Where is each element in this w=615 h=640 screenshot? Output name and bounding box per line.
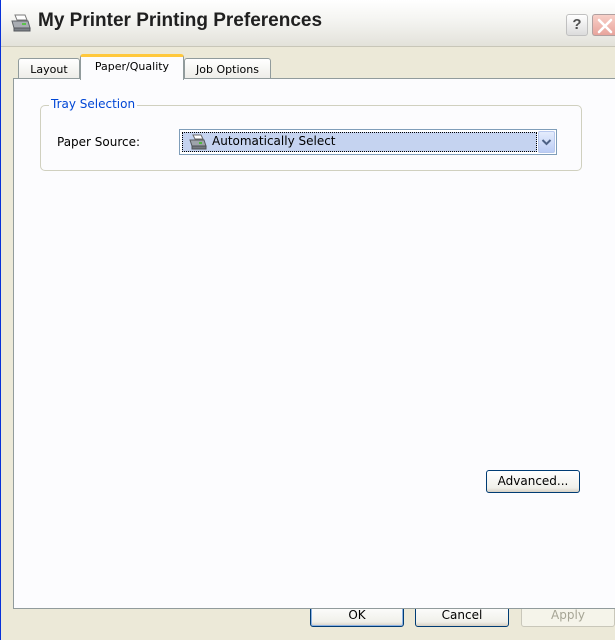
dropdown-arrow-button[interactable] bbox=[538, 131, 555, 153]
paper-source-label: Paper Source: bbox=[57, 135, 141, 149]
printer-icon bbox=[11, 14, 31, 32]
paper-source-selected[interactable]: Automatically Select bbox=[182, 132, 537, 152]
help-button[interactable]: ? bbox=[566, 14, 588, 36]
window-title: My Printer Printing Preferences bbox=[38, 10, 323, 31]
tab-job-options[interactable]: Job Options bbox=[184, 58, 271, 80]
title-bar[interactable]: My Printer Printing Preferences ? bbox=[1, 0, 615, 47]
chevron-down-icon bbox=[541, 139, 552, 146]
tab-paper-quality[interactable]: Paper/Quality bbox=[80, 54, 184, 80]
paper-source-value: Automatically Select bbox=[212, 134, 336, 148]
paper-source-dropdown[interactable]: Automatically Select bbox=[179, 129, 557, 155]
tab-content-panel: Tray Selection Paper Source: Automatical… bbox=[13, 78, 615, 609]
advanced-button[interactable]: Advanced... bbox=[486, 470, 580, 493]
close-icon bbox=[597, 18, 613, 34]
tray-selection-legend: Tray Selection bbox=[49, 97, 138, 111]
printing-preferences-window: My Printer Printing Preferences ? Layout… bbox=[0, 0, 615, 640]
close-button[interactable] bbox=[592, 14, 615, 36]
printer-icon bbox=[189, 134, 207, 150]
tab-layout[interactable]: Layout bbox=[18, 58, 80, 80]
